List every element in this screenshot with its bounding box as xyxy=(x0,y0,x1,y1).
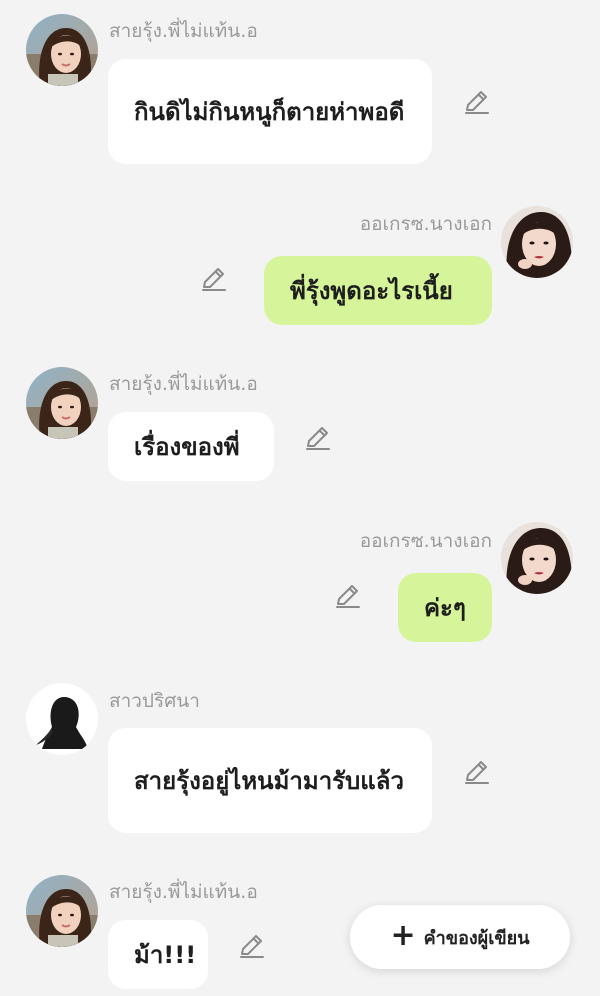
writer-note-button[interactable]: + คำของผู้เขียน xyxy=(350,905,570,969)
message-bubble[interactable]: พี่รุ้งพูดอะไรเนี้ย xyxy=(264,256,492,325)
sender-name: สายรุ้ง.พี่ไม่แท้น.อ xyxy=(109,373,258,395)
sender-name: ออเกรซ.นางเอก xyxy=(359,213,492,235)
sender-name: ออเกรซ.นางเอก xyxy=(359,530,492,552)
message-bubble[interactable]: ม้า!!! xyxy=(108,920,208,989)
edit-pencil-icon[interactable] xyxy=(200,265,228,293)
edit-pencil-icon[interactable] xyxy=(463,88,491,116)
edit-pencil-icon[interactable] xyxy=(463,758,491,786)
girl-selfie-avatar[interactable] xyxy=(26,875,98,947)
message-text: สายรุ้งอยู่ไหนม้ามารับแล้ว xyxy=(134,766,404,795)
message-text: ม้า!!! xyxy=(134,940,197,969)
edit-pencil-icon[interactable] xyxy=(238,932,266,960)
message-bubble[interactable]: สายรุ้งอยู่ไหนม้ามารับแล้ว xyxy=(108,728,432,833)
writer-note-label: คำของผู้เขียน xyxy=(423,927,530,949)
edit-pencil-icon[interactable] xyxy=(304,424,332,452)
message-bubble[interactable]: ค่ะๆ xyxy=(398,573,492,642)
edit-pencil-icon[interactable] xyxy=(334,582,362,610)
girl-makeup-avatar[interactable] xyxy=(501,206,573,278)
sender-name: สายรุ้ง.พี่ไม่แท้น.อ xyxy=(109,20,258,42)
message-bubble[interactable]: กินดิไม่กินหนูก็ตายห่าพอดี xyxy=(108,59,432,164)
message-bubble[interactable]: เรื่องของพี่ xyxy=(108,412,274,481)
message-text: กินดิไม่กินหนูก็ตายห่าพอดี xyxy=(134,97,405,126)
girl-makeup-avatar[interactable] xyxy=(501,522,573,594)
sender-name: สายรุ้ง.พี่ไม่แท้น.อ xyxy=(109,881,258,903)
girl-selfie-avatar[interactable] xyxy=(26,367,98,439)
silhouette-avatar[interactable] xyxy=(26,683,98,755)
message-text: ค่ะๆ xyxy=(424,593,466,622)
message-text: เรื่องของพี่ xyxy=(134,432,240,461)
plus-icon: + xyxy=(390,917,416,953)
sender-name: สาวปริศนา xyxy=(109,690,200,712)
girl-selfie-avatar[interactable] xyxy=(26,14,98,86)
message-text: พี่รุ้งพูดอะไรเนี้ย xyxy=(290,276,453,305)
chat-story-screen: สายรุ้ง.พี่ไม่แท้น.อ กินดิไม่กินหนูก็ตาย… xyxy=(0,0,600,996)
